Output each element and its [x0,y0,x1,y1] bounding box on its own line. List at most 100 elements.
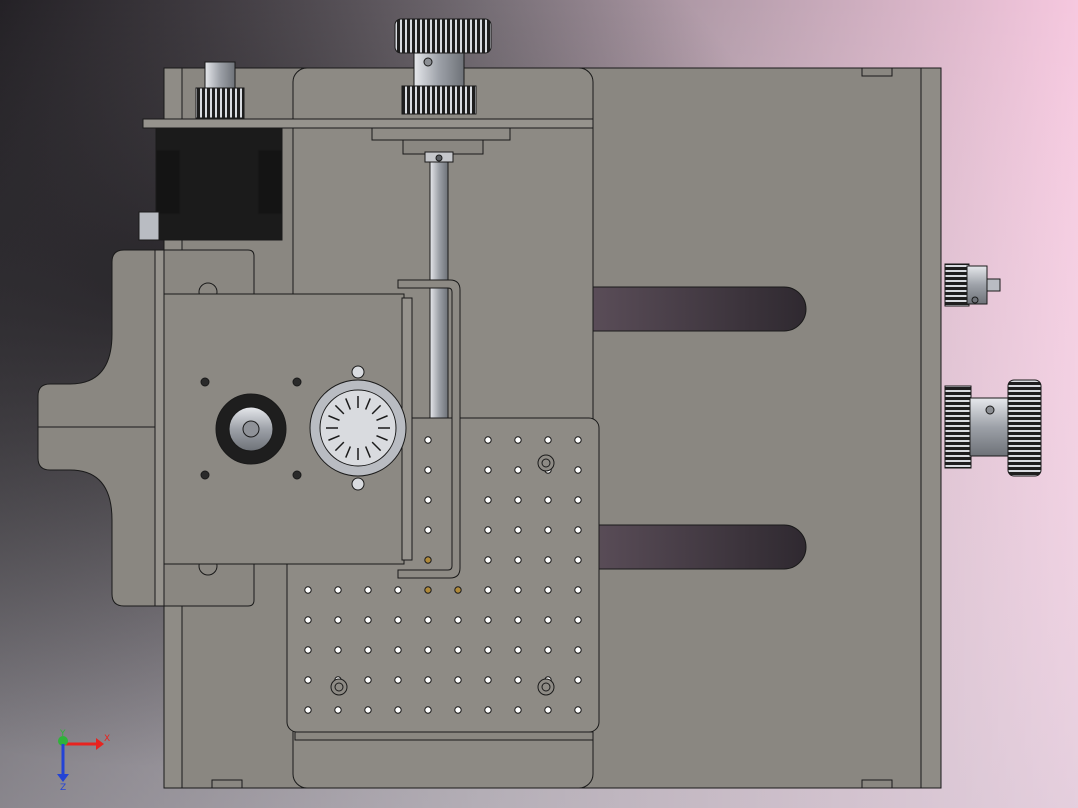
table-hole [334,646,342,654]
table-locator-br-inner [541,682,551,692]
triad-y-label: Y [59,729,66,739]
table-hole [514,466,522,474]
table-hole [424,646,432,654]
table-hole [424,706,432,714]
right-small-pulley-shaft [986,278,1001,292]
top-pulley-screw [423,57,433,67]
guide-slot-upper[interactable] [592,286,807,332]
table-hole [364,616,372,624]
table-hole [574,556,582,564]
plate-screw-br [292,470,302,480]
table-hole [304,616,312,624]
table-hole [574,436,582,444]
right-small-pulley[interactable] [944,263,970,307]
table-hole [574,496,582,504]
lead-screw-mount [371,127,511,141]
table-hole [544,526,552,534]
table-hole [394,616,402,624]
table-hole [304,706,312,714]
table-hole [514,676,522,684]
right-timing-pulley[interactable] [944,385,972,469]
table-hole [574,676,582,684]
table-locator-bl-inner [334,682,344,692]
table-hole [574,616,582,624]
table-hole [484,706,492,714]
table-hole [544,496,552,504]
table-hole [544,556,552,564]
table-hole [334,706,342,714]
table-hole [514,496,522,504]
table-hole [364,586,372,594]
table-hole [304,586,312,594]
triad-x-label: X [104,734,110,744]
table-hole [334,616,342,624]
table-hole [424,436,432,444]
table-hole [484,586,492,594]
table-hole [394,676,402,684]
table-hole [574,706,582,714]
table-bottom-lip [294,731,594,741]
table-hole [424,466,432,474]
frame-tab-top [861,67,893,77]
table-hole [454,616,462,624]
lead-screw[interactable] [429,153,449,425]
cad-viewport[interactable]: X Y Z [0,0,1078,808]
spindle-dial-lug-top [351,365,365,379]
table-hole [544,646,552,654]
spindle-dial-lug-bottom [351,477,365,491]
bracket-clamp-strip [154,249,165,607]
table-hole [364,646,372,654]
bearing-bore [242,420,260,438]
right-knurled-knob[interactable] [1007,379,1042,477]
table-hole [334,586,342,594]
top-knurled-knob[interactable] [394,18,492,54]
model-view[interactable]: X Y Z [0,0,1078,808]
table-hole [484,526,492,534]
assembly[interactable] [37,18,1042,789]
table-hole [544,436,552,444]
table-hole [454,646,462,654]
table-hole [484,496,492,504]
plate-screw-bl [200,470,210,480]
table-hole [544,616,552,624]
table-hole [304,676,312,684]
plate-screw-tr [292,377,302,387]
motor-side-panel-right [257,149,283,215]
motor-side-panel-left [155,149,181,215]
table-hole [424,676,432,684]
table-hole [424,496,432,504]
table-hole [484,676,492,684]
table-hole [484,436,492,444]
table-hole [394,586,402,594]
table-hole [574,646,582,654]
guide-slot-lower[interactable] [592,524,807,570]
spindle-flange-hole [435,154,443,162]
right-pulley-screw [985,405,995,415]
table-hole [484,556,492,564]
table-hole [304,646,312,654]
right-side-rail[interactable] [920,67,942,789]
table-hole [514,706,522,714]
table-hole [424,586,432,594]
table-hole [424,556,432,564]
table-hole [514,616,522,624]
top-timing-pulley[interactable] [401,85,477,115]
table-hole [454,586,462,594]
table-hole [424,616,432,624]
plate-screw-tl [200,377,210,387]
frame-tab-bottom-left [211,779,243,789]
frame-tab-bottom-right [861,779,893,789]
top-cross-bar [142,118,594,129]
motor-pulley[interactable] [195,87,245,119]
triad-z-label: Z [60,783,66,793]
table-hole [484,466,492,474]
table-hole [514,436,522,444]
motor-connector[interactable] [138,211,160,241]
motor-pulley-hub [204,61,236,89]
table-hole [424,526,432,534]
right-small-pulley-screw [971,296,979,304]
table-hole [484,646,492,654]
table-hole [544,706,552,714]
table-hole [364,706,372,714]
table-hole [484,616,492,624]
